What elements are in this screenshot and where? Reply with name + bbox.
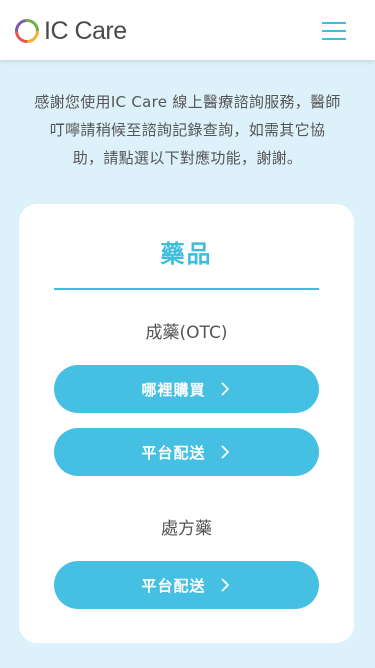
ic-care-logo[interactable]: IC Care xyxy=(14,16,127,46)
button-label: 平台配送 xyxy=(141,443,206,462)
prescription-section-label: 處方藥 xyxy=(161,519,212,539)
otc-section-label: 成藥(OTC) xyxy=(145,323,228,343)
button-label: 平台配送 xyxy=(141,576,206,595)
otc-where-to-buy-button[interactable]: 哪裡購買 xyxy=(54,365,319,413)
chevron-right-icon xyxy=(220,445,229,459)
logo-text: IC Care xyxy=(44,17,127,45)
title-divider xyxy=(54,288,319,290)
header: IC Care xyxy=(0,0,375,60)
intro-line-3: 助，請點選以下對應功能，謝謝。 xyxy=(72,149,303,167)
intro-message: 感謝您使用IC Care 線上醫療諮詢服務，醫師 叮嚀請稍候至諮詢記錄查詢，如需… xyxy=(14,88,361,172)
card-title: 藥品 xyxy=(160,240,213,268)
logo-ring-icon xyxy=(15,19,39,43)
intro-line-2: 叮嚀請稍候至諮詢記錄查詢，如需其它協 xyxy=(49,121,326,139)
prescription-platform-delivery-button[interactable]: 平台配送 xyxy=(54,561,319,609)
menu-line xyxy=(322,22,346,24)
otc-platform-delivery-button[interactable]: 平台配送 xyxy=(54,428,319,476)
hamburger-menu-icon[interactable] xyxy=(318,18,348,42)
chevron-right-icon xyxy=(220,578,229,592)
intro-line-1: 感謝您使用IC Care 線上醫療諮詢服務，醫師 xyxy=(34,93,341,111)
menu-line xyxy=(322,30,346,32)
medicine-card: 藥品 成藥(OTC) 哪裡購買 平台配送 處方藥 平台配送 xyxy=(19,204,354,643)
chevron-right-icon xyxy=(220,382,229,396)
button-label: 哪裡購買 xyxy=(141,380,206,399)
menu-line xyxy=(322,38,346,40)
